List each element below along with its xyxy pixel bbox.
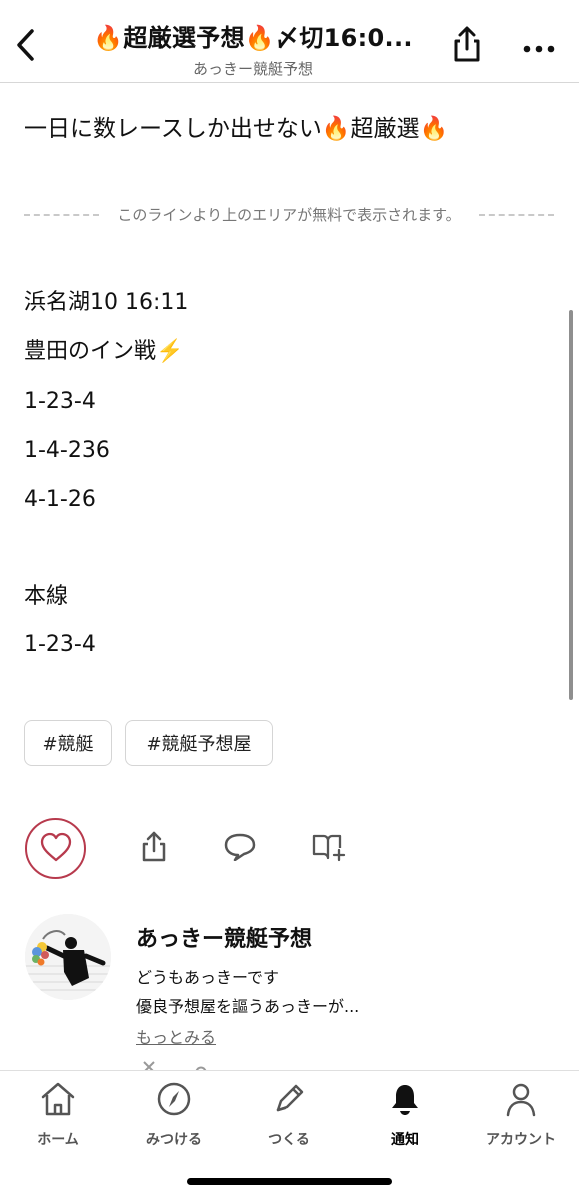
tab-account[interactable]: アカウント — [471, 1081, 571, 1155]
back-button[interactable] — [6, 22, 46, 72]
share-icon — [451, 25, 483, 67]
home-indicator — [187, 1178, 392, 1185]
compass-icon — [155, 1080, 193, 1122]
race-info-line: 浜名湖10 16:11 — [24, 290, 189, 315]
main-line-prediction: 1-23-4 — [24, 632, 96, 657]
tab-discover-label: みつける — [146, 1132, 202, 1148]
free-area-notice: このラインより上のエリアが無料で表示されます。 — [117, 206, 461, 224]
comment-button[interactable] — [220, 830, 260, 866]
header-title-group: 🔥超厳選予想🔥〆切16:0... あっきー競艇予想 — [88, 18, 418, 79]
read-more-link[interactable]: もっとみる — [136, 1024, 216, 1048]
page-title: 🔥超厳選予想🔥〆切16:0... — [93, 24, 413, 52]
tab-notifications[interactable]: 通知 — [355, 1081, 455, 1155]
tab-home[interactable]: ホーム — [8, 1081, 108, 1155]
comment-icon — [222, 831, 258, 865]
hashtag-chip[interactable]: #競艇 — [24, 720, 112, 766]
free-area-divider: このラインより上のエリアが無料で表示されます。 — [24, 204, 555, 225]
like-button[interactable] — [25, 818, 86, 879]
vertical-scrollbar[interactable] — [569, 310, 573, 700]
divider-dash-right — [478, 213, 555, 216]
more-button[interactable] — [516, 28, 562, 68]
home-icon — [39, 1081, 77, 1121]
creator-bio-line: どうもあっきーです — [136, 968, 280, 987]
chevron-left-icon — [12, 28, 40, 66]
magazine-add-icon — [310, 830, 348, 866]
divider-dash-left — [24, 213, 100, 216]
creator-name[interactable]: あっきー競艇予想 — [136, 921, 312, 953]
page-subtitle: あっきー競艇予想 — [192, 60, 313, 78]
article-lead: 一日に数レースしか出せない🔥超厳選🔥 — [24, 116, 449, 142]
pencil-icon — [270, 1080, 308, 1122]
share-action-button[interactable] — [134, 830, 174, 866]
user-icon — [502, 1080, 540, 1122]
tab-notifications-label: 通知 — [391, 1132, 419, 1148]
main-line-label: 本線 — [24, 584, 69, 609]
race-comment-line: 豊田のイン戦⚡️ — [24, 339, 184, 364]
tab-discover[interactable]: みつける — [124, 1081, 224, 1155]
prediction-line: 4-1-26 — [24, 487, 96, 512]
tab-create-label: つくる — [268, 1132, 310, 1148]
share-button[interactable] — [447, 24, 487, 68]
bell-icon — [386, 1080, 424, 1122]
more-horizontal-icon — [522, 39, 556, 58]
tab-account-label: アカウント — [486, 1132, 556, 1148]
prediction-line: 1-23-4 — [24, 389, 96, 414]
hashtag-chip[interactable]: #競艇予想屋 — [125, 720, 273, 766]
tab-home-label: ホーム — [37, 1132, 79, 1148]
prediction-line: 1-4-236 — [24, 438, 110, 463]
heart-icon — [39, 832, 73, 866]
creator-bio-line: 優良予想屋を謳うあっきーが... — [136, 997, 360, 1016]
top-navigation: 🔥超厳選予想🔥〆切16:0... あっきー競艇予想 — [0, 0, 579, 83]
tab-create[interactable]: つくる — [239, 1081, 339, 1155]
add-to-magazine-button[interactable] — [309, 830, 349, 866]
share-icon — [140, 829, 168, 867]
avatar[interactable] — [25, 914, 111, 1000]
